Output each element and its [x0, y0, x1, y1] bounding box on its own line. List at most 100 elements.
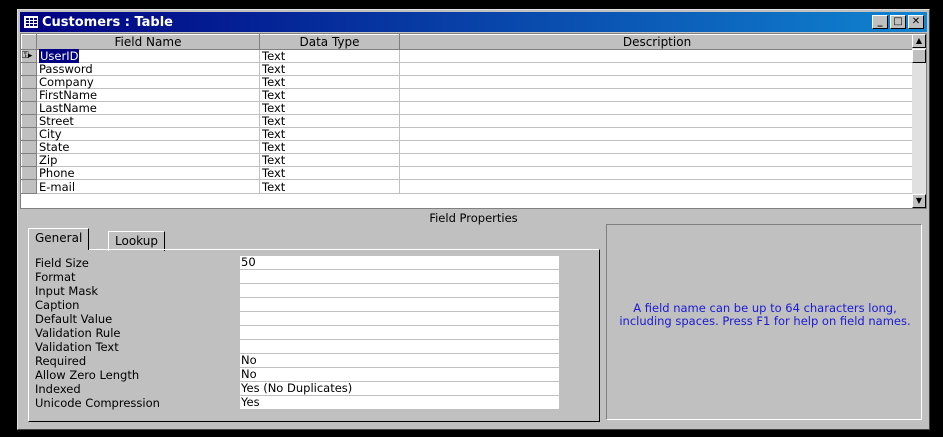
property-row[interactable]: Default Value	[35, 312, 575, 326]
table-row[interactable]: Street Text	[21, 114, 915, 128]
description-cell[interactable]	[399, 88, 915, 102]
title-bar[interactable]: Customers : Table _ □ ✕	[20, 12, 927, 32]
table-row[interactable]: LastName Text	[21, 101, 915, 115]
tab-general[interactable]: General	[28, 228, 90, 250]
table-row[interactable]: FirstName Text	[21, 88, 915, 102]
field-name-cell[interactable]: E-mail	[36, 179, 260, 194]
table-row[interactable]: Password Text	[21, 62, 915, 76]
table-icon	[24, 16, 38, 28]
description-cell[interactable]	[399, 49, 915, 63]
row-selector[interactable]	[21, 127, 37, 141]
row-selector[interactable]	[21, 88, 37, 102]
field-name-cell[interactable]: Password	[36, 62, 260, 76]
row-selector[interactable]	[21, 179, 37, 194]
validation-rule-input[interactable]	[240, 326, 560, 340]
row-selector[interactable]	[21, 101, 37, 115]
property-label: Indexed	[35, 382, 81, 396]
data-type-cell[interactable]: Text	[259, 88, 400, 102]
property-row[interactable]: Required No	[35, 354, 575, 368]
close-button[interactable]: ✕	[908, 15, 924, 29]
description-cell[interactable]	[399, 140, 915, 154]
minimize-button[interactable]: _	[872, 15, 888, 29]
data-type-cell[interactable]: Text	[259, 75, 400, 89]
field-name-cell[interactable]: Street	[36, 114, 260, 128]
scroll-thumb[interactable]	[912, 49, 926, 63]
field-grid: Field Name Data Type Description ⚿▸ User…	[20, 33, 927, 209]
table-row[interactable]: City Text	[21, 127, 915, 141]
validation-text-input[interactable]	[240, 340, 560, 354]
data-type-cell[interactable]: Text	[259, 140, 400, 154]
table-row[interactable]: Company Text	[21, 75, 915, 89]
field-name-cell[interactable]: Zip	[36, 153, 260, 167]
property-row[interactable]: Caption	[35, 298, 575, 312]
row-selector[interactable]	[21, 140, 37, 154]
description-cell[interactable]	[399, 153, 915, 167]
data-type-cell[interactable]: Text	[259, 114, 400, 128]
row-selector[interactable]	[21, 166, 37, 180]
window-title: Customers : Table	[42, 14, 173, 30]
field-name-cell[interactable]: LastName	[36, 101, 260, 115]
property-label: Validation Text	[35, 340, 119, 354]
tab-lookup[interactable]: Lookup	[108, 231, 165, 251]
description-cell[interactable]	[399, 127, 915, 141]
row-selector[interactable]: ⚿▸	[21, 49, 37, 63]
table-row[interactable]: State Text	[21, 140, 915, 154]
format-input[interactable]	[240, 270, 560, 284]
field-name-cell[interactable]: State	[36, 140, 260, 154]
description-cell[interactable]	[399, 75, 915, 89]
row-selector[interactable]	[21, 114, 37, 128]
field-name-cell[interactable]: Company	[36, 75, 260, 89]
property-label: Allow Zero Length	[35, 368, 140, 382]
table-row[interactable]: Zip Text	[21, 153, 915, 167]
field-name-cell[interactable]: City	[36, 127, 260, 141]
property-row[interactable]: Format	[35, 270, 575, 284]
property-row[interactable]: Indexed Yes (No Duplicates)	[35, 382, 575, 396]
description-cell[interactable]	[399, 114, 915, 128]
scroll-up-icon[interactable]: ▲	[912, 34, 926, 48]
property-row[interactable]: Allow Zero Length No	[35, 368, 575, 382]
property-label: Unicode Compression	[35, 396, 160, 410]
field-name-cell[interactable]: FirstName	[36, 88, 260, 102]
description-cell[interactable]	[399, 101, 915, 115]
key-icon: ⚿▸	[22, 51, 32, 61]
help-panel: A field name can be up to 64 characters …	[606, 224, 922, 420]
row-selector[interactable]	[21, 153, 37, 167]
maximize-button[interactable]: □	[890, 15, 906, 29]
property-row[interactable]: Input Mask	[35, 284, 575, 298]
vertical-scrollbar[interactable]: ▲ ▼	[912, 34, 926, 208]
data-type-cell[interactable]: Text	[259, 62, 400, 76]
data-type-cell[interactable]: Text	[259, 127, 400, 141]
data-type-cell[interactable]: Text	[259, 179, 400, 194]
property-row[interactable]: Validation Text	[35, 340, 575, 354]
help-text: A field name can be up to 64 characters …	[619, 301, 911, 328]
table-row[interactable]: Phone Text	[21, 166, 915, 180]
required-input[interactable]: No	[240, 354, 560, 368]
description-cell[interactable]	[399, 166, 915, 180]
unicode-compression-input[interactable]: Yes	[240, 396, 560, 410]
property-row[interactable]: Validation Rule	[35, 326, 575, 340]
table-row[interactable]: E-mail Text	[21, 179, 915, 194]
property-row[interactable]: Field Size 50	[35, 256, 575, 270]
input-mask-input[interactable]	[240, 284, 560, 298]
field-name-cell[interactable]: Phone	[36, 166, 260, 180]
data-type-cell[interactable]: Text	[259, 166, 400, 180]
default-value-input[interactable]	[240, 312, 560, 326]
indexed-input[interactable]: Yes (No Duplicates)	[240, 382, 560, 396]
row-selector[interactable]	[21, 62, 37, 76]
data-type-cell[interactable]: Text	[259, 153, 400, 167]
data-type-cell[interactable]: Text	[259, 101, 400, 115]
header-field-name: Field Name	[36, 34, 260, 50]
table-row[interactable]: ⚿▸ UserID Text	[21, 49, 915, 63]
caption-input[interactable]	[240, 298, 560, 312]
data-type-cell[interactable]: Text	[259, 49, 400, 63]
field-size-input[interactable]: 50	[240, 256, 560, 270]
row-selector[interactable]	[21, 75, 37, 89]
allow-zero-length-input[interactable]: No	[240, 368, 560, 382]
description-cell[interactable]	[399, 179, 915, 194]
field-properties-heading: Field Properties	[429, 211, 518, 225]
scroll-down-icon[interactable]: ▼	[912, 194, 926, 208]
field-name-cell[interactable]: UserID	[36, 49, 260, 63]
header-selector[interactable]	[21, 34, 37, 50]
description-cell[interactable]	[399, 62, 915, 76]
property-row[interactable]: Unicode Compression Yes	[35, 396, 575, 410]
